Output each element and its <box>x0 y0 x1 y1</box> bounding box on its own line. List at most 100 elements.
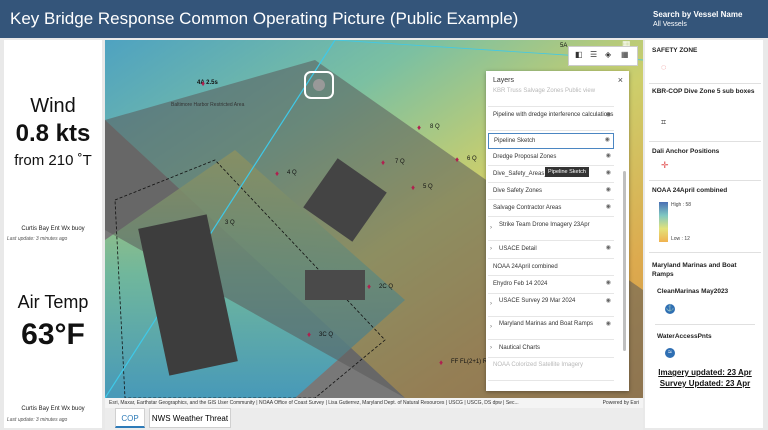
tab-bar: COP NWS Weather Threat <box>105 408 643 430</box>
map-label: 2C Q <box>379 284 394 290</box>
buoy-icon: ♦ <box>417 123 422 132</box>
anchor-icon: ⚓ <box>665 304 675 314</box>
map-label: 4 Q <box>287 170 297 176</box>
page-title: Key Bridge Response Common Operating Pic… <box>10 9 519 28</box>
safety-zone-title: SAFETY ZONE <box>652 47 698 54</box>
visibility-icon[interactable]: ◉ <box>606 170 611 178</box>
layer-item-label: Maryland Marinas and Boat Ramps <box>499 321 594 327</box>
buoy-icon: ♦ <box>201 79 206 88</box>
layer-item[interactable]: NOAA 24April combined <box>488 260 614 276</box>
layer-item[interactable]: Ehydro Feb 14 2024 ◉ <box>488 277 614 294</box>
divider <box>655 324 755 325</box>
clean-marinas-label: CleanMarinas May2023 <box>657 288 729 295</box>
map-label: 3C Q <box>319 332 334 338</box>
boat-ramp-icon: ≈ <box>665 348 675 358</box>
right-panel: SAFETY ZONE ◌ KBR-COP Dive Zone 5 sub bo… <box>645 40 763 428</box>
layer-item[interactable]: Pipeline with dredge interference calcul… <box>488 109 614 131</box>
buoy-icon: ♦ <box>439 358 444 367</box>
layers-icon[interactable]: ◈ <box>605 50 611 59</box>
layer-item-label: USACE Survey 29 Mar 2024 <box>499 298 576 304</box>
buoy-icon: ♦ <box>455 155 460 164</box>
airtemp-source: Curtis Bay Ent Wx buoy <box>21 406 85 412</box>
buoy-icon: ♦ <box>307 330 312 339</box>
airtemp-value: 63°F <box>21 318 85 351</box>
buoy-icon: ♦ <box>411 183 416 192</box>
map-toolbar: ◧ ☰ ◈ ▦ <box>568 46 638 66</box>
visibility-icon[interactable]: ◉ <box>606 112 611 120</box>
layer-item-label: Ehydro Feb 14 2024 <box>493 281 548 287</box>
noaa-title: NOAA 24April combined <box>652 187 728 194</box>
map-attribution: Esri, Maxar, Earthstar Geographics, and … <box>105 398 643 408</box>
chevron-right-icon[interactable]: › <box>490 345 492 353</box>
basemap-icon[interactable]: ▦ <box>621 50 629 59</box>
layer-item[interactable]: Pipeline Sketch ◉ <box>488 133 614 149</box>
vessel-search-value[interactable]: All Vessels <box>653 21 687 28</box>
map-label: 6 Q <box>467 156 477 162</box>
divider <box>649 83 761 84</box>
chevron-right-icon[interactable]: › <box>490 301 492 309</box>
visibility-icon[interactable]: ◉ <box>606 153 611 161</box>
visibility-icon[interactable]: ◉ <box>606 280 611 288</box>
airtemp-title: Air Temp <box>17 292 89 312</box>
water-access-label: WaterAccessPnts <box>657 333 712 340</box>
map-label: FF FL(2+1) R <box>451 359 488 365</box>
map-label: 3 Q <box>225 220 235 226</box>
map-label: 5 Q <box>423 184 433 190</box>
anchor-position-icon: ✛ <box>661 160 669 170</box>
marinas-title: Maryland Marinas and Boat Ramps <box>652 262 737 278</box>
close-icon[interactable]: × <box>618 75 623 85</box>
legend-high: High : 58 <box>671 202 692 208</box>
wind-speed: 0.8 kts <box>15 120 91 147</box>
layer-item[interactable]: › Maryland Marinas and Boat Ramps ◉ <box>488 318 614 340</box>
layer-item-label: Pipeline Sketch <box>494 138 536 144</box>
map-label: Baltimore Harbor Restricted Area <box>171 102 245 108</box>
safety-zone-symbol-icon: ◌ <box>661 62 667 72</box>
noaa-legend-ramp <box>659 202 668 242</box>
powered-by[interactable]: Powered by Esri <box>603 398 639 408</box>
layer-item[interactable]: KBR Truss Salvage Zones Public view <box>488 85 614 107</box>
visibility-icon[interactable]: ◉ <box>606 187 611 195</box>
layer-item-label: Dredge Proposal Zones <box>493 154 557 160</box>
wind-title: Wind <box>30 95 76 117</box>
layer-item[interactable]: › USACE Detail ◉ <box>488 242 614 259</box>
imagery-updated: Imagery updated: 23 Apr <box>658 368 752 377</box>
layer-item[interactable]: › USACE Survey 29 Mar 2024 ◉ <box>488 295 614 317</box>
legend-low: Low : 12 <box>671 236 690 242</box>
visibility-icon[interactable]: ◉ <box>606 245 611 253</box>
chevron-right-icon[interactable]: › <box>490 246 492 254</box>
layer-item[interactable]: › Nautical Charts <box>488 341 614 358</box>
bookmark-icon[interactable]: ◧ <box>575 50 583 59</box>
left-panel: Wind 0.8 kts from 210 ˚T Curtis Bay Ent … <box>4 40 102 428</box>
layer-item[interactable]: NOAA Colorized Satellite Imagery <box>488 359 614 381</box>
map-label: 5A <box>560 43 568 49</box>
visibility-icon[interactable]: ◉ <box>606 298 611 306</box>
attribution-text: Esri, Maxar, Earthstar Geographics, and … <box>109 400 519 406</box>
layer-list-scrollbar[interactable] <box>623 171 626 351</box>
wind-updated: Last update: 3 minutes ago <box>7 236 68 242</box>
layer-item-label: USACE Detail <box>499 246 537 252</box>
divider <box>649 252 761 253</box>
visibility-icon[interactable]: ◉ <box>606 321 611 329</box>
divider <box>649 141 761 142</box>
layer-item[interactable]: Dive Safety Zones ◉ <box>488 184 614 200</box>
visibility-icon[interactable]: ◉ <box>605 137 610 145</box>
buoy-icon: ♦ <box>367 282 372 291</box>
layers-panel: Layers × KBR Truss Salvage Zones Public … <box>486 71 629 391</box>
layer-item-label: NOAA 24April combined <box>493 264 558 270</box>
layer-item-label: Salvage Contractor Areas <box>493 205 562 211</box>
tab-nws-weather-threat[interactable]: NWS Weather Threat <box>149 408 231 428</box>
layer-item[interactable]: Dredge Proposal Zones ◉ <box>488 150 614 166</box>
airtemp-updated: Last update: 3 minutes ago <box>7 417 68 423</box>
layer-item[interactable]: Salvage Contractor Areas ◉ <box>488 201 614 217</box>
vessel-search[interactable]: Search by Vessel Name All Vessels <box>645 0 768 38</box>
legend-icon[interactable]: ☰ <box>590 50 597 59</box>
app-header: Key Bridge Response Common Operating Pic… <box>0 0 645 38</box>
visibility-icon[interactable]: ◉ <box>606 204 611 212</box>
layer-item-label: NOAA Colorized Satellite Imagery <box>493 362 584 368</box>
tab-cop[interactable]: COP <box>115 408 145 428</box>
dive-zone-title: KBR-COP Dive Zone 5 sub boxes <box>652 88 755 95</box>
chevron-right-icon[interactable]: › <box>490 324 492 332</box>
chevron-right-icon[interactable]: › <box>490 225 492 233</box>
survey-updated: Survey Updated: 23 Apr <box>659 379 751 388</box>
layer-item[interactable]: › Strike Team Drone Imagery 23Apr <box>488 219 614 241</box>
